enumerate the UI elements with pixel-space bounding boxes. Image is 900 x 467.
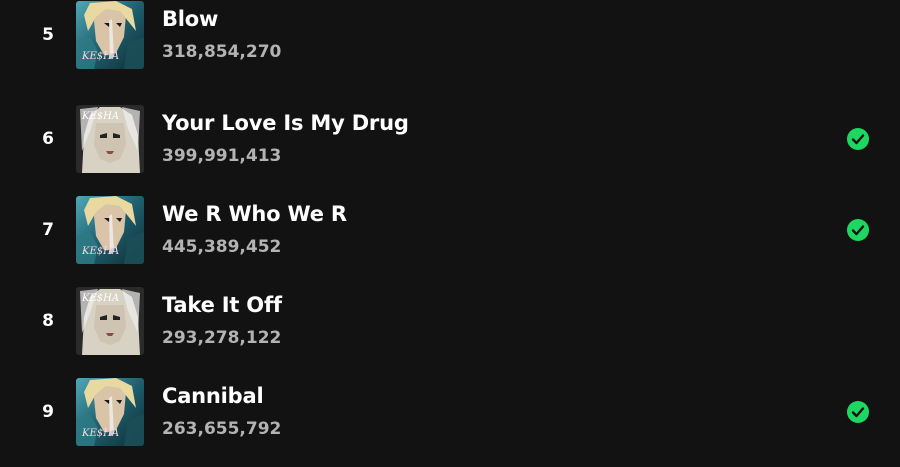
track-play-count: 293,278,122 <box>162 328 282 348</box>
track-title[interactable]: Cannibal <box>162 384 264 408</box>
track-row[interactable]: 9 KE$HA Cannibal 263,655,792 <box>0 377 900 447</box>
track-number: 6 <box>42 129 54 149</box>
track-number: 5 <box>42 25 54 45</box>
track-row[interactable]: 5 KE$HA Blow 318,854,270 <box>0 0 900 70</box>
album-art-animal: KE$HA <box>76 287 144 355</box>
track-play-count: 318,854,270 <box>162 42 282 62</box>
album-art-cannibal: KE$HA <box>76 1 144 69</box>
track-play-count: 263,655,792 <box>162 419 282 439</box>
track-row[interactable]: 8 KE$HA Take It Off 293,278,122 <box>0 286 900 356</box>
art-logo-text: KE$HA <box>81 246 119 257</box>
track-row[interactable]: 6 KE$HA Your Love Is My Drug 399,991,413 <box>0 104 900 174</box>
album-art-cannibal: KE$HA <box>76 196 144 264</box>
track-number: 8 <box>42 311 54 331</box>
check-circle-icon[interactable] <box>847 401 869 423</box>
album-art-cannibal: KE$HA <box>76 378 144 446</box>
track-title[interactable]: Blow <box>162 7 218 31</box>
track-title[interactable]: Take It Off <box>162 293 282 317</box>
track-list: 5 KE$HA Blow 318,854,270 6 KE$HA Your Lo… <box>0 0 900 467</box>
track-play-count: 445,389,452 <box>162 237 282 257</box>
track-row[interactable]: 7 KE$HA We R Who We R 445,389,452 <box>0 195 900 265</box>
check-circle-icon[interactable] <box>847 128 869 150</box>
art-logo-text: KE$HA <box>81 293 119 304</box>
album-art-animal: KE$HA <box>76 105 144 173</box>
track-title[interactable]: We R Who We R <box>162 202 347 226</box>
track-play-count: 399,991,413 <box>162 146 282 166</box>
track-number: 7 <box>42 220 54 240</box>
track-number: 9 <box>42 402 54 422</box>
check-circle-icon[interactable] <box>847 219 869 241</box>
art-logo-text: KE$HA <box>81 51 119 62</box>
track-title[interactable]: Your Love Is My Drug <box>162 111 409 135</box>
art-logo-text: KE$HA <box>81 428 119 439</box>
art-logo-text: KE$HA <box>81 111 119 122</box>
